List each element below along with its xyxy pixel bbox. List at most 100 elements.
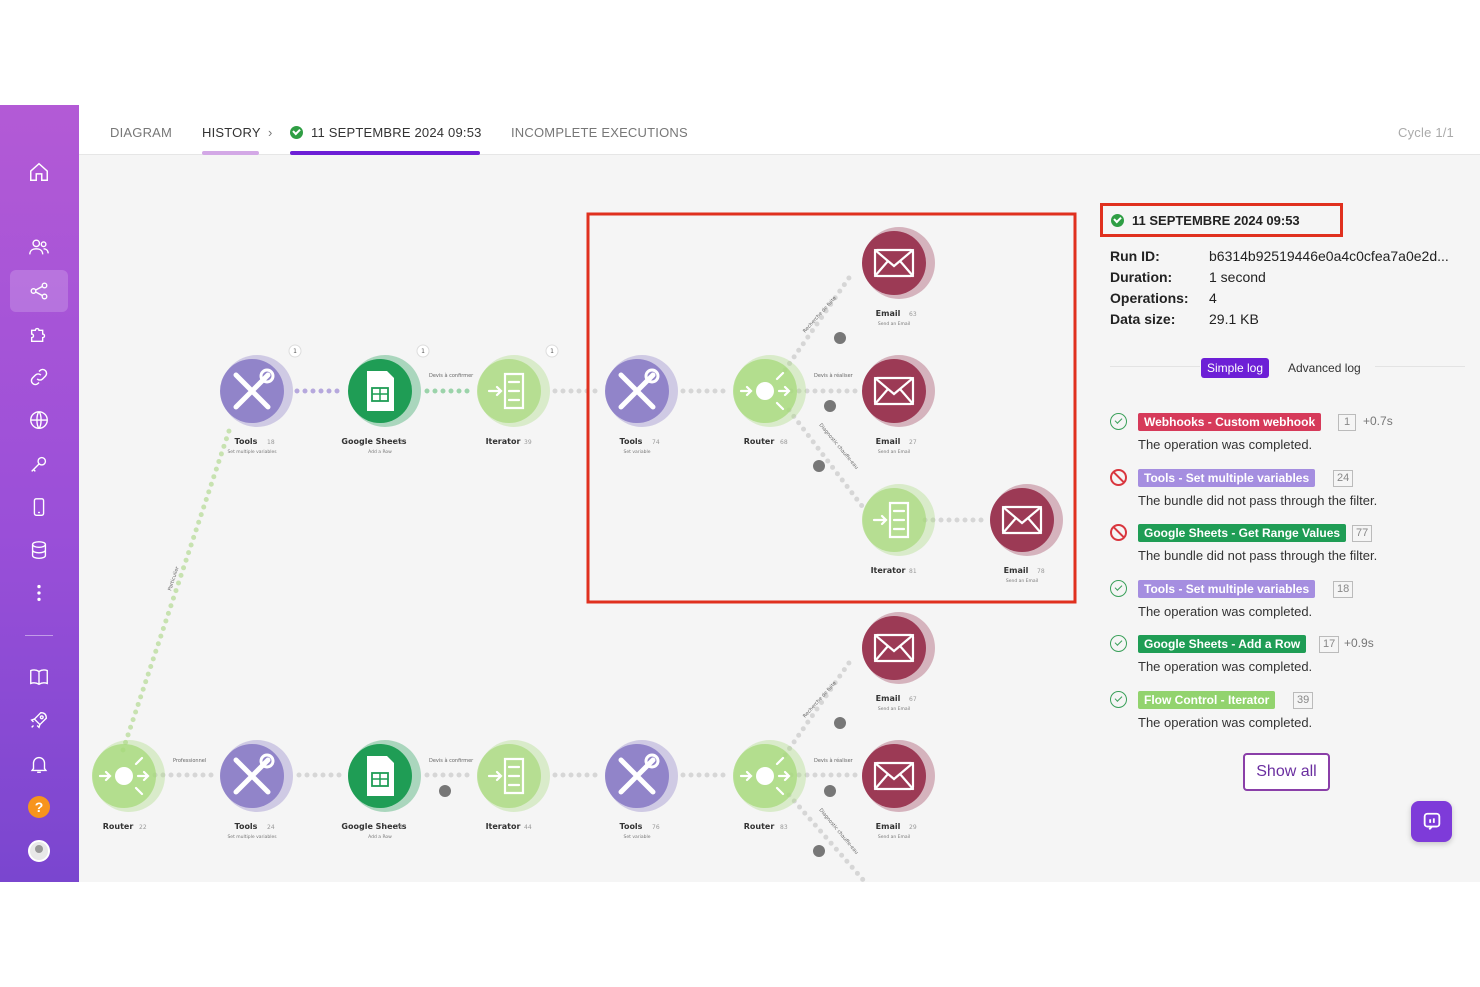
sheets-module-node[interactable]: Google Sheets25Add a Row — [341, 740, 421, 840]
module-subtitle: Send an Email — [878, 321, 910, 327]
share-nodes-icon — [30, 282, 48, 300]
email-module-node[interactable]: Email 29 Send an Email — [862, 740, 935, 840]
success-check-icon — [1110, 413, 1127, 430]
chat-support-button[interactable] — [1411, 801, 1452, 842]
router-module-node[interactable]: Router 83 — [733, 740, 806, 831]
email-module-node[interactable]: Email 67 Send an Email — [862, 612, 935, 712]
log-entry[interactable]: Webhooks - Custom webhook 1 +0.7s The opera… — [1110, 411, 1470, 461]
module-title: Iterator — [486, 437, 521, 446]
filter-icon[interactable] — [813, 460, 825, 472]
router-module-node[interactable]: Router 68 — [733, 355, 806, 446]
scenario-canvas[interactable]: Devis à confirmer Devis à réaliser Reche… — [79, 155, 1095, 882]
module-subtitle: Add a Row — [368, 834, 392, 840]
tab-history[interactable]: HISTORY — [202, 125, 261, 140]
filter-icon[interactable] — [824, 785, 836, 797]
module-id: 22 — [139, 824, 147, 831]
log-entry[interactable]: Google Sheets - Get Range Values 77 The bu… — [1110, 522, 1470, 572]
app-window: ? DIAGRAM HISTORY › 11 SEPTEMBRE 2024 09… — [0, 105, 1480, 882]
tab-bar: DIAGRAM HISTORY › 11 SEPTEMBRE 2024 09:5… — [79, 105, 1480, 155]
tab-incomplete-executions[interactable]: INCOMPLETE EXECUTIONS — [511, 125, 688, 140]
module-title: Tools — [235, 822, 258, 831]
link-label: Recherche de fuite — [802, 295, 838, 334]
advanced-log-button[interactable]: Advanced log — [1282, 358, 1367, 378]
module-badge: Tools - Set multiple variables — [1138, 579, 1316, 598]
module-title: Router — [744, 822, 775, 831]
tools-module-node[interactable]: Tools 24 Set multiple variables — [220, 740, 293, 840]
tab-diagram[interactable]: DIAGRAM — [110, 125, 172, 140]
sheets-icon — [367, 371, 394, 411]
divider — [1375, 366, 1465, 367]
log-message: The operation was completed. — [1138, 659, 1313, 674]
email-module-node[interactable]: Email 63 Send an Email — [862, 227, 935, 327]
log-entry[interactable]: Google Sheets - Add a Row 17 +0.9s The oper… — [1110, 633, 1470, 683]
sidebar-item-notifications[interactable] — [10, 743, 68, 785]
data-size-row: Data size: 29.1 KB — [1110, 311, 1259, 327]
filter-icon[interactable] — [834, 332, 846, 344]
bell-icon — [30, 756, 48, 773]
email-module-node[interactable]: Email 78 Send an Email — [990, 484, 1063, 584]
module-id: 63 — [909, 311, 917, 318]
sidebar-item-help[interactable]: ? — [10, 786, 68, 828]
tools-module-node[interactable]: Tools 74Set variable — [605, 355, 678, 455]
log-message: The operation was completed. — [1138, 714, 1313, 730]
router-module-node[interactable]: Router 22 — [92, 740, 165, 831]
module-title: Email — [876, 822, 901, 831]
tools-module-node[interactable]: Tools 76Set variable — [605, 740, 678, 840]
module-subtitle: Send an Email — [878, 449, 910, 455]
log-time: +0.7s — [1363, 414, 1393, 428]
log-time: +0.9s — [1344, 636, 1374, 650]
module-title: Email — [876, 309, 901, 318]
iterator-module-node[interactable]: Iterator 44 — [477, 740, 550, 831]
sidebar-item-more[interactable] — [10, 572, 68, 614]
tab-execution[interactable]: 11 SEPTEMBRE 2024 09:53 — [290, 125, 482, 140]
module-title: Email — [876, 694, 901, 703]
show-all-button[interactable]: Show all — [1243, 753, 1330, 791]
module-id: 18 — [1333, 580, 1354, 598]
tools-module-node[interactable]: Tools 18 Set multiple variables 1 — [220, 344, 302, 455]
run-id-value: b6314b92519446e0a4c0cfea7a0e2d... — [1209, 248, 1449, 264]
sidebar-item-webhooks[interactable] — [10, 399, 68, 441]
sidebar-item-keys[interactable] — [10, 443, 68, 485]
home-icon — [30, 162, 48, 181]
book-icon — [30, 669, 48, 686]
sidebar-item-docs[interactable] — [10, 656, 68, 698]
mobile-icon — [33, 498, 45, 516]
log-entry[interactable]: Flow Control - Iterator 39 The operation w… — [1110, 689, 1470, 739]
team-icon — [29, 239, 49, 255]
module-title: Router — [744, 437, 775, 446]
chat-icon — [1423, 812, 1440, 830]
simple-log-button[interactable]: Simple log — [1201, 358, 1270, 378]
iterator-module-node[interactable]: Iterator 81 — [862, 484, 935, 575]
module-id: 77 — [1352, 525, 1373, 542]
log-entry[interactable]: Tools - Set multiple variables 24 The bund… — [1110, 467, 1470, 517]
module-subtitle: Send an Email — [878, 834, 910, 840]
sidebar-item-whats-new[interactable] — [10, 699, 68, 741]
filter-icon[interactable] — [824, 400, 836, 412]
module-id: 17 — [395, 439, 403, 446]
duration-label: Duration: — [1110, 269, 1173, 285]
sidebar-item-profile[interactable] — [10, 830, 68, 872]
filter-icon[interactable] — [813, 845, 825, 857]
sidebar-item-devices[interactable] — [10, 486, 68, 528]
module-title: Email — [1004, 566, 1029, 575]
sidebar-item-connections[interactable] — [10, 356, 68, 398]
email-module-node[interactable]: Email 27 Send an Email — [862, 355, 935, 455]
iterator-module-node[interactable]: Iterator 39 1 — [477, 344, 559, 446]
log-message: The bundle did not pass through the filt… — [1138, 548, 1378, 563]
module-badge: Webhooks - Custom webhook — [1138, 413, 1322, 431]
sidebar-item-home[interactable] — [10, 151, 68, 193]
more-vertical-icon — [37, 584, 41, 602]
module-subtitle: Set multiple variables — [227, 449, 277, 455]
sidebar-item-datastores[interactable] — [10, 529, 68, 571]
module-title: Email — [876, 437, 901, 446]
divider — [1110, 366, 1200, 367]
sidebar-item-scenarios[interactable] — [10, 270, 68, 312]
filter-icon[interactable] — [834, 717, 846, 729]
sidebar: ? — [0, 105, 79, 882]
filter-icon[interactable] — [439, 785, 451, 797]
sidebar-item-team[interactable] — [10, 226, 68, 268]
sheets-module-node[interactable]: Google Sheets17Add a Row1 — [341, 344, 430, 455]
log-entry[interactable]: Tools - Set multiple variables 18 The oper… — [1110, 578, 1470, 628]
execution-title: 11 SEPTEMBRE 2024 09:53 — [1100, 203, 1343, 237]
sidebar-item-apps[interactable] — [10, 313, 68, 355]
